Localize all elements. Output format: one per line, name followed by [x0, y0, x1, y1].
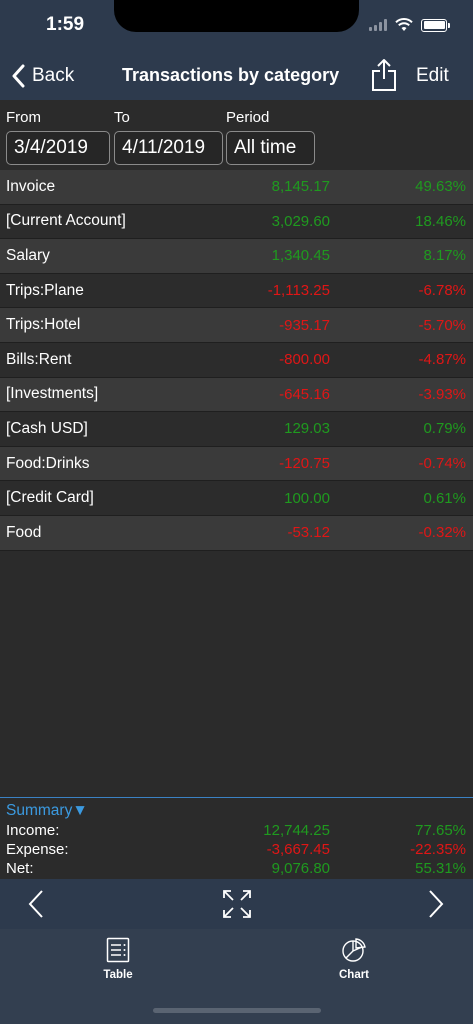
table-row[interactable]: Invoice 8,145.17 49.63%: [0, 170, 473, 205]
category-percent: 8.17%: [423, 247, 466, 265]
category-name: [Credit Card]: [6, 489, 94, 507]
category-name: Invoice: [6, 177, 56, 195]
category-amount: -800.00: [279, 351, 330, 369]
category-amount: 129.03: [284, 420, 330, 438]
tab-bar: Table Chart: [0, 929, 473, 1024]
income-amount: 12,744.25: [263, 822, 330, 839]
back-button[interactable]: Back: [12, 62, 74, 90]
category-amount: -120.75: [279, 455, 330, 473]
to-filter: To 4/11/2019: [114, 108, 223, 165]
chevron-right-icon[interactable]: [426, 889, 446, 919]
category-name: [Cash USD]: [6, 419, 88, 437]
table-row[interactable]: Trips:Plane -1,113.25 -6.78%: [0, 273, 473, 309]
list-icon: [106, 937, 130, 963]
status-time: 1:59: [46, 14, 85, 35]
expand-icon[interactable]: [221, 888, 253, 920]
category-amount: -935.17: [279, 316, 330, 334]
tab-chart-label: Chart: [338, 969, 370, 981]
net-label: Net:: [6, 860, 34, 877]
category-name: [Investments]: [6, 385, 99, 403]
category-name: Food:Drinks: [6, 454, 90, 472]
chevron-left-icon: [12, 64, 25, 88]
edit-button[interactable]: Edit: [416, 65, 449, 87]
category-percent: -4.87%: [418, 351, 466, 369]
category-percent: 18.46%: [415, 212, 466, 230]
back-label: Back: [32, 65, 75, 86]
from-label: From: [6, 109, 41, 126]
table-row[interactable]: [Credit Card] 100.00 0.61%: [0, 481, 473, 516]
status-icons: [369, 16, 450, 34]
table-row[interactable]: Bills:Rent -800.00 -4.87%: [0, 342, 473, 378]
category-name: [Current Account]: [6, 212, 126, 230]
net-amount: 9,076.80: [271, 860, 330, 877]
chevron-left-icon[interactable]: [26, 889, 46, 919]
table-row[interactable]: [Cash USD] 129.03 0.79%: [0, 412, 473, 447]
triangle-down-icon: ▼: [72, 802, 88, 819]
date-filters: From 3/4/2019 To 4/11/2019 Period All ti…: [0, 100, 473, 170]
category-percent: -0.32%: [418, 524, 466, 542]
table-row[interactable]: Trips:Hotel -935.17 -5.70%: [0, 308, 473, 343]
navigation-bar: Back Transactions by category Edit: [0, 52, 473, 100]
expense-percent: -22.35%: [410, 841, 466, 858]
period-filter: Period All time: [226, 108, 315, 165]
category-percent: -3.93%: [418, 385, 466, 403]
pager-bar: [0, 879, 473, 929]
from-filter: From 3/4/2019: [6, 108, 110, 165]
table-row[interactable]: [Current Account] 3,029.60 18.46%: [0, 204, 473, 240]
category-name: Bills:Rent: [6, 350, 72, 368]
cellular-signal-icon: [369, 19, 387, 31]
home-indicator: [153, 1008, 321, 1013]
to-date-field[interactable]: 4/11/2019: [114, 131, 223, 165]
tab-table[interactable]: Table: [78, 937, 158, 981]
category-percent: 0.61%: [423, 489, 466, 507]
income-label: Income:: [6, 822, 60, 839]
category-name: Food: [6, 523, 42, 541]
category-amount: 100.00: [284, 489, 330, 507]
category-amount: 1,340.45: [271, 247, 330, 265]
to-label: To: [114, 109, 130, 126]
tab-table-label: Table: [103, 969, 133, 981]
wifi-icon: [395, 18, 413, 31]
income-percent: 77.65%: [415, 822, 466, 839]
period-select[interactable]: All time: [226, 131, 315, 165]
summary-income-row: Income: 12,744.25 77.65%: [0, 822, 473, 841]
category-percent: 0.79%: [423, 420, 466, 438]
category-amount: 8,145.17: [271, 178, 330, 196]
category-name: Trips:Hotel: [6, 316, 81, 334]
category-name: Salary: [6, 246, 50, 264]
category-amount: -53.12: [287, 524, 330, 542]
table-row[interactable]: Food:Drinks -120.75 -0.74%: [0, 446, 473, 482]
expense-label: Expense:: [6, 841, 69, 858]
table-row[interactable]: Food -53.12 -0.32%: [0, 515, 473, 551]
period-label: Period: [226, 109, 270, 126]
table-row[interactable]: Salary 1,340.45 8.17%: [0, 239, 473, 274]
category-percent: -6.78%: [418, 282, 466, 300]
summary-toggle[interactable]: Summary▼: [6, 802, 88, 820]
summary-net-row: Net: 9,076.80 55.31%: [0, 860, 473, 879]
share-icon[interactable]: [371, 58, 397, 92]
status-bar: 1:59: [0, 0, 473, 52]
category-name: Trips:Plane: [6, 281, 84, 299]
category-percent: -5.70%: [418, 316, 466, 334]
pie-chart-icon: [342, 938, 366, 962]
category-percent: 49.63%: [415, 178, 466, 196]
category-amount: 3,029.60: [271, 212, 330, 230]
net-percent: 55.31%: [415, 860, 466, 877]
expense-amount: -3,667.45: [266, 841, 330, 858]
device-notch: [114, 0, 359, 32]
summary-expense-row: Expense: -3,667.45 -22.35%: [0, 841, 473, 860]
category-percent: -0.74%: [418, 455, 466, 473]
table-row[interactable]: [Investments] -645.16 -3.93%: [0, 377, 473, 413]
summary-panel: Summary▼ Income: 12,744.25 77.65% Expens…: [0, 797, 473, 879]
category-amount: -1,113.25: [267, 282, 330, 300]
battery-icon: [421, 18, 450, 32]
tab-chart[interactable]: Chart: [314, 937, 394, 981]
from-date-field[interactable]: 3/4/2019: [6, 131, 110, 165]
page-title: Transactions by category: [122, 65, 340, 85]
category-amount: -645.16: [279, 385, 330, 403]
category-table: Invoice 8,145.17 49.63% [Current Account…: [0, 170, 473, 551]
summary-header-label: Summary: [6, 802, 73, 819]
